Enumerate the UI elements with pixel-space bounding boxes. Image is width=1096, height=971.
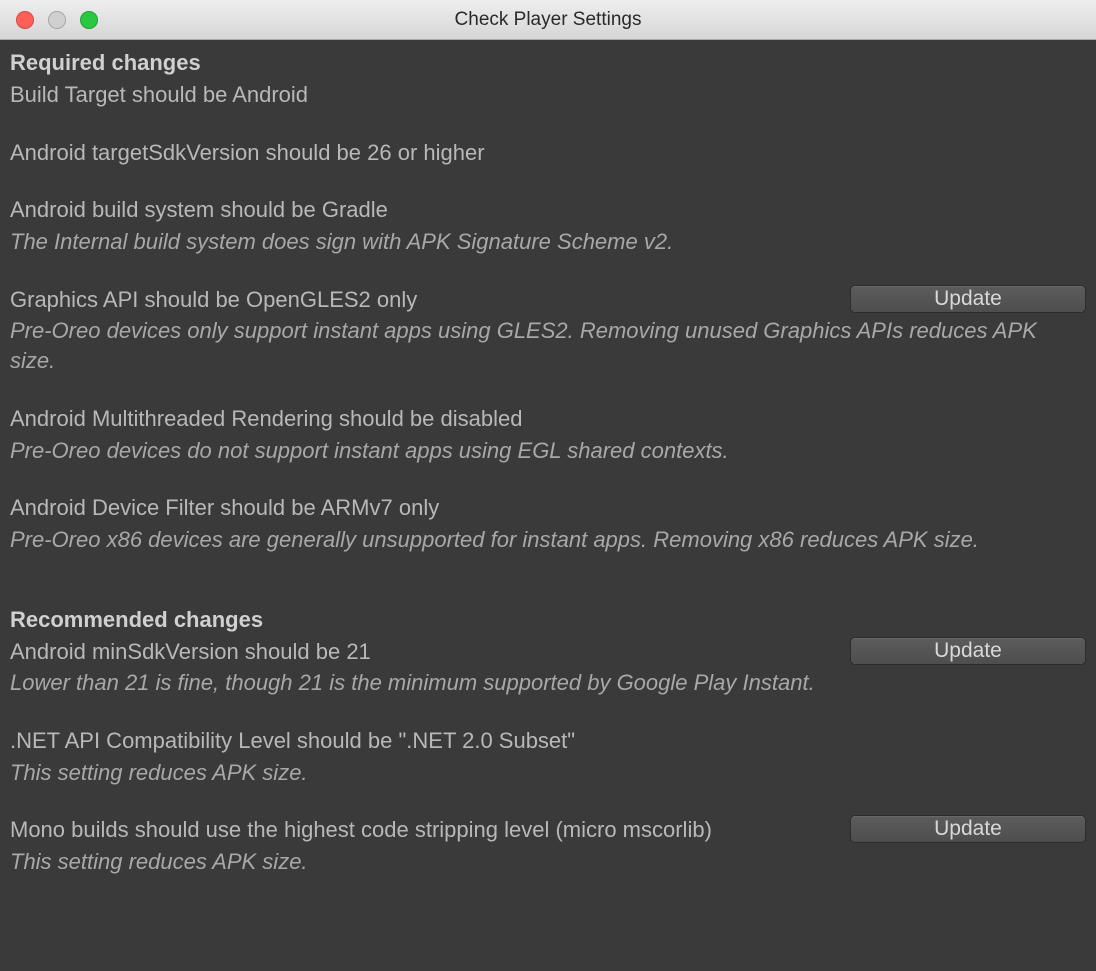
required-item: Graphics API should be OpenGLES2 only Up… bbox=[10, 285, 1086, 376]
close-window-button[interactable] bbox=[16, 11, 34, 29]
item-title: Android build system should be Gradle bbox=[10, 195, 1086, 225]
content-area: Required changes Build Target should be … bbox=[0, 40, 1096, 971]
recommended-changes-heading: Recommended changes bbox=[10, 607, 1086, 633]
item-title: Android targetSdkVersion should be 26 or… bbox=[10, 138, 1086, 168]
update-button[interactable]: Update bbox=[850, 285, 1086, 313]
traffic-lights bbox=[0, 11, 98, 29]
item-title: Mono builds should use the highest code … bbox=[10, 815, 834, 845]
item-description: Pre-Oreo devices only support instant ap… bbox=[10, 316, 1060, 375]
update-button[interactable]: Update bbox=[850, 637, 1086, 665]
recommended-item: Mono builds should use the highest code … bbox=[10, 815, 1086, 876]
item-description: Pre-Oreo x86 devices are generally unsup… bbox=[10, 525, 1060, 555]
update-button[interactable]: Update bbox=[850, 815, 1086, 843]
item-title: Android minSdkVersion should be 21 bbox=[10, 637, 834, 667]
item-description: This setting reduces APK size. bbox=[10, 847, 1060, 877]
minimize-window-button[interactable] bbox=[48, 11, 66, 29]
required-item: Android Device Filter should be ARMv7 on… bbox=[10, 493, 1086, 554]
zoom-window-button[interactable] bbox=[80, 11, 98, 29]
item-title: Android Device Filter should be ARMv7 on… bbox=[10, 493, 1086, 523]
required-item: Android targetSdkVersion should be 26 or… bbox=[10, 138, 1086, 168]
item-title: Graphics API should be OpenGLES2 only bbox=[10, 285, 834, 315]
required-item: Android build system should be Gradle Th… bbox=[10, 195, 1086, 256]
item-title: Android Multithreaded Rendering should b… bbox=[10, 404, 1086, 434]
item-title: .NET API Compatibility Level should be "… bbox=[10, 726, 1086, 756]
recommended-item: .NET API Compatibility Level should be "… bbox=[10, 726, 1086, 787]
item-description: The Internal build system does sign with… bbox=[10, 227, 1060, 257]
recommended-item: Android minSdkVersion should be 21 Updat… bbox=[10, 637, 1086, 698]
required-item: Build Target should be Android bbox=[10, 80, 1086, 110]
window-titlebar: Check Player Settings bbox=[0, 0, 1096, 40]
required-changes-heading: Required changes bbox=[10, 50, 1086, 76]
item-description: Lower than 21 is fine, though 21 is the … bbox=[10, 668, 1060, 698]
required-item: Android Multithreaded Rendering should b… bbox=[10, 404, 1086, 465]
item-title: Build Target should be Android bbox=[10, 80, 1086, 110]
window-title: Check Player Settings bbox=[0, 9, 1096, 31]
item-description: Pre-Oreo devices do not support instant … bbox=[10, 436, 1060, 466]
item-description: This setting reduces APK size. bbox=[10, 758, 1060, 788]
